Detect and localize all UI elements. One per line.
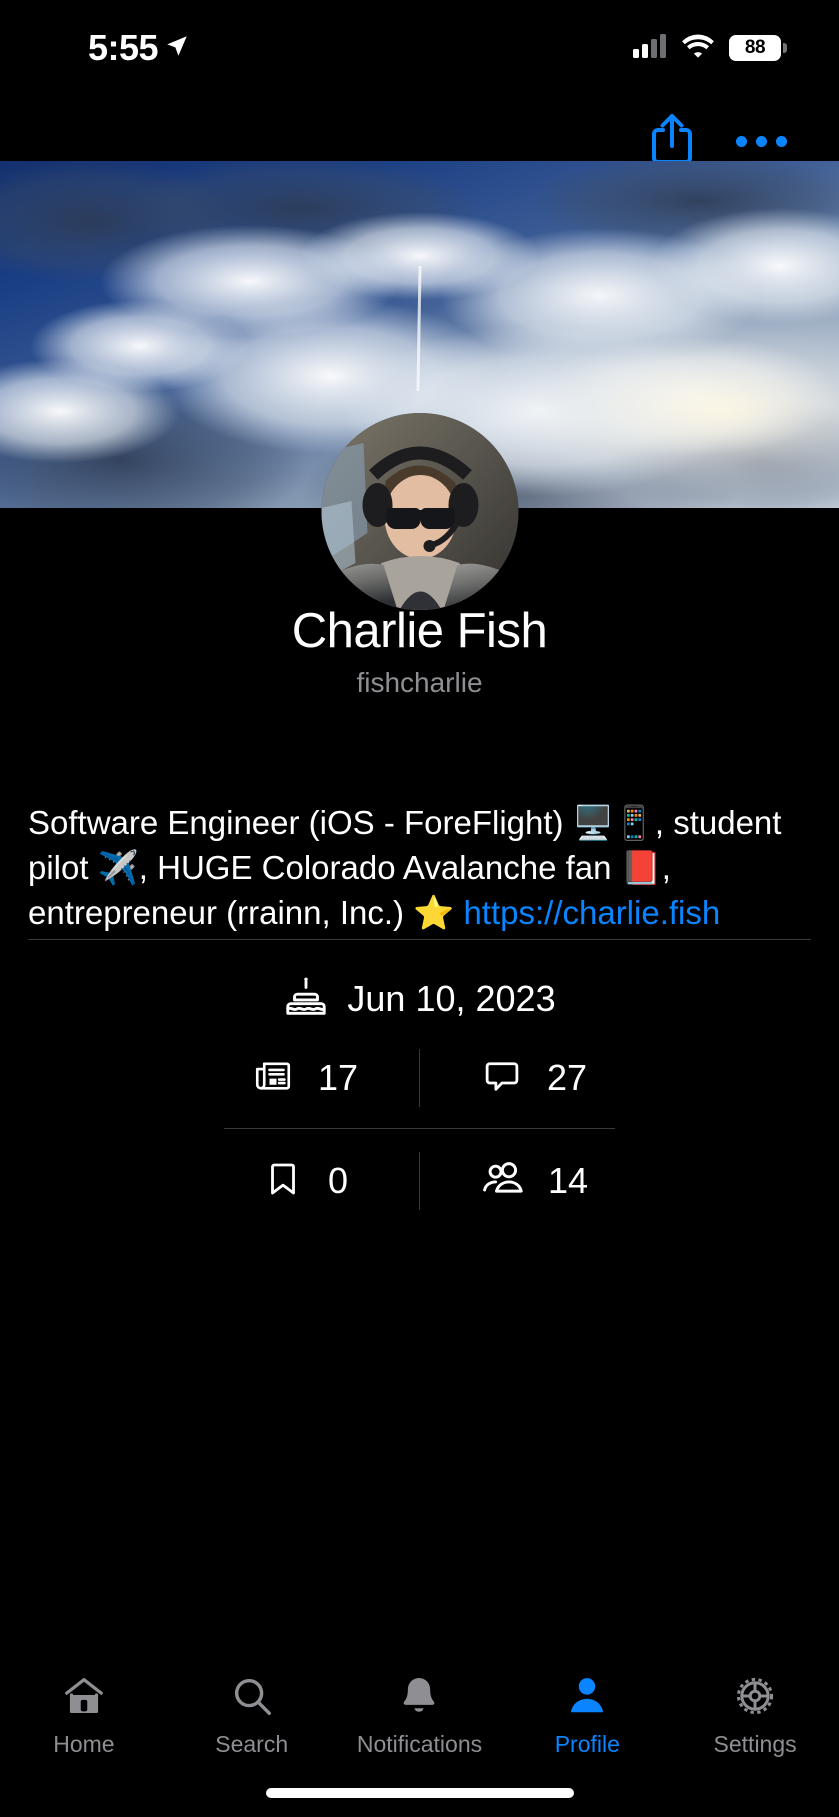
tab-profile-label: Profile <box>554 1731 620 1757</box>
posts-stat[interactable]: 17 <box>225 1055 385 1102</box>
posts-count: 17 <box>317 1057 359 1098</box>
tab-profile[interactable]: Profile <box>503 1668 671 1757</box>
join-date-value: Jun 10, 2023 <box>347 978 556 1019</box>
tab-settings[interactable]: Settings <box>671 1668 839 1757</box>
bio-line-2: pilot ✈️, HUGE Colorado Avalanche fan 📕, <box>28 849 671 886</box>
bio-line-3-text: entrepreneur (rrainn, Inc.) ⭐ <box>28 894 464 931</box>
gear-icon <box>731 1668 779 1724</box>
location-arrow-icon <box>164 33 190 64</box>
home-icon <box>59 1668 109 1724</box>
stats-row-primary: 17 27 <box>0 1042 839 1114</box>
person-icon <box>564 1668 610 1724</box>
divider-middle <box>224 1128 615 1129</box>
tab-settings-label: Settings <box>713 1731 797 1757</box>
birthday-cake-icon <box>283 974 329 1025</box>
tab-home[interactable]: Home <box>0 1668 168 1757</box>
followers-stat[interactable]: 14 <box>454 1157 614 1206</box>
bookmark-icon <box>262 1158 304 1205</box>
followers-count: 14 <box>547 1160 589 1201</box>
wifi-icon <box>681 33 715 63</box>
tab-notifications[interactable]: Notifications <box>336 1668 504 1757</box>
status-bar-clock: 5:55 <box>88 27 159 68</box>
search-icon <box>228 1668 276 1724</box>
profile-screen: 5:55 88 Charlie Fish fishcharlie Softwar… <box>0 0 839 1817</box>
status-bar-right: 88 <box>633 33 787 63</box>
home-indicator <box>265 1788 574 1798</box>
battery-percent-label: 88 <box>744 37 766 58</box>
join-date-row: Jun 10, 2023 <box>0 966 839 1032</box>
stats-row-secondary: 0 14 <box>0 1142 839 1220</box>
bio-website-link[interactable]: https://charlie.fish <box>463 894 720 931</box>
join-date-item: Jun 10, 2023 <box>283 974 556 1025</box>
bookmarks-count: 0 <box>327 1160 349 1201</box>
username-label: fishcharlie <box>356 667 483 698</box>
bookmarks-stat[interactable]: 0 <box>225 1158 385 1205</box>
cellular-bars-icon <box>633 33 667 63</box>
profile-bio: Software Engineer (iOS - ForeFlight) 🖥️📱… <box>0 800 839 935</box>
comments-stat[interactable]: 27 <box>454 1055 614 1102</box>
divider-top <box>28 939 811 940</box>
battery-indicator: 88 <box>729 35 787 61</box>
bell-icon <box>396 1668 442 1724</box>
avatar[interactable] <box>321 413 518 610</box>
tab-notifications-label: Notifications <box>356 1731 483 1757</box>
status-bar-left: 5:55 <box>88 27 190 69</box>
tab-search[interactable]: Search <box>168 1668 336 1757</box>
tab-home-label: Home <box>53 1731 115 1757</box>
comments-count: 27 <box>546 1057 588 1098</box>
people-group-icon <box>480 1157 524 1206</box>
more-options-button[interactable] <box>736 135 787 147</box>
page-title: Charlie Fish <box>291 604 548 658</box>
stat-separator-2 <box>419 1152 420 1210</box>
identity-block: Charlie Fish fishcharlie <box>0 600 839 702</box>
posts-newspaper-icon <box>252 1055 294 1102</box>
status-bar: 5:55 88 <box>0 0 839 96</box>
bio-line-1: Software Engineer (iOS - ForeFlight) 🖥️📱… <box>28 804 782 841</box>
stat-separator <box>419 1049 420 1107</box>
comment-bubble-icon <box>481 1055 523 1102</box>
tab-search-label: Search <box>215 1731 289 1757</box>
more-horizontal-icon <box>736 135 787 147</box>
